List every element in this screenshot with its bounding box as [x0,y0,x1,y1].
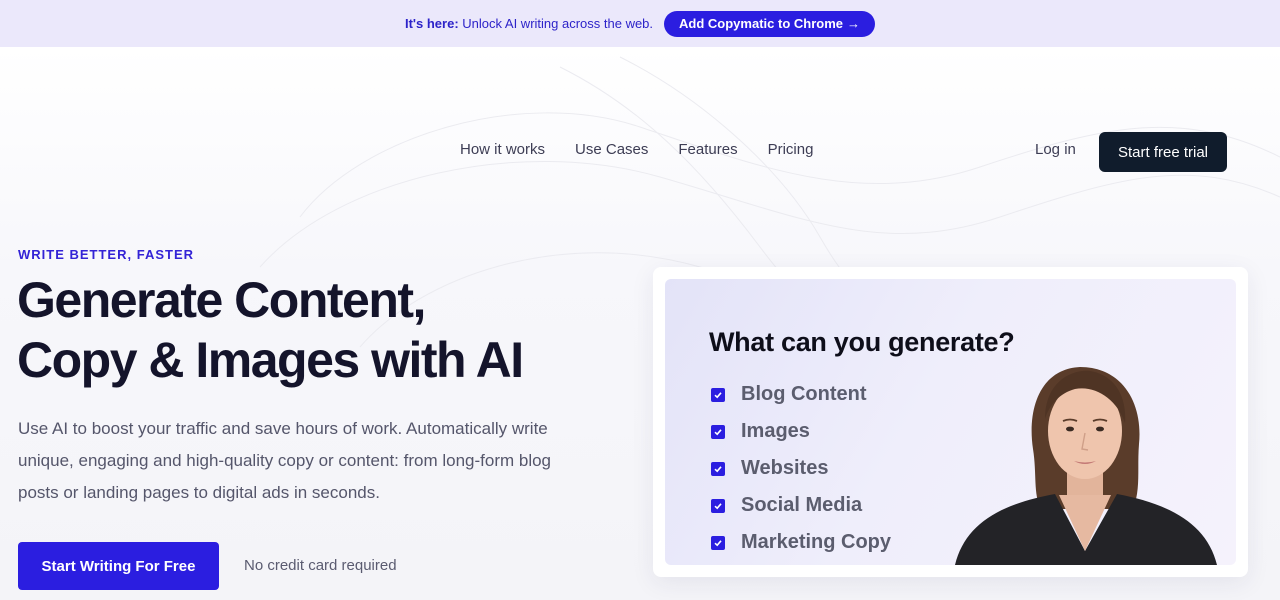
hero-section: How it works Use Cases Features Pricing … [0,47,1280,600]
list-item-label: Social Media [741,494,863,516]
hero-headline-line-2: Copy & Images with AI [17,332,524,388]
hero-subtext: Use AI to boost your traffic and save ho… [18,419,552,502]
nav-use-cases[interactable]: Use Cases [575,141,648,158]
list-item: Social Media [711,487,891,524]
generate-preview-panel: What can you generate? Blog Content Imag… [665,279,1236,565]
generate-preview-card: What can you generate? Blog Content Imag… [653,267,1248,577]
list-item-label: Blog Content [741,383,867,405]
list-item: Marketing Copy [711,524,891,561]
add-to-chrome-label: Add Copymatic to Chrome [679,16,843,31]
list-item: Images [711,413,891,450]
generate-options-list: Blog Content Images Websites Social Medi… [711,376,891,561]
start-free-trial-button[interactable]: Start free trial [1099,132,1227,172]
add-to-chrome-button[interactable]: Add Copymatic to Chrome → [664,10,875,37]
nav-pricing[interactable]: Pricing [768,141,814,158]
list-item-label: Websites [741,457,829,479]
checkbox-checked-icon [711,535,725,550]
hero-headline: Generate Content, Copy & Images with AI [17,270,524,390]
login-link[interactable]: Log in [1035,141,1076,158]
announcement-message: Unlock AI writing across the web. [462,16,654,31]
checkbox-checked-icon [711,424,725,439]
hero-eyebrow: WRITE BETTER, FASTER [18,247,194,262]
main-nav: How it works Use Cases Features Pricing [460,141,813,158]
list-item: Blog Content [711,376,891,413]
checkbox-checked-icon [711,461,725,476]
hero-headline-line-1: Generate Content, [17,272,426,328]
announcement-bar: It's here: Unlock AI writing across the … [0,0,1280,47]
announcement-text: It's here: Unlock AI writing across the … [405,16,653,31]
checkbox-checked-icon [711,387,725,402]
arrow-right-icon: → [847,16,860,31]
list-item: Websites [711,450,891,487]
nav-how-it-works[interactable]: How it works [460,141,545,158]
list-item-label: Images [741,420,810,442]
list-item-label: Marketing Copy [741,531,892,553]
checkbox-checked-icon [711,498,725,513]
start-writing-button[interactable]: Start Writing For Free [18,542,219,590]
nav-features[interactable]: Features [678,141,737,158]
no-credit-card-note: No credit card required [244,557,397,574]
announcement-prefix: It's here: [404,16,459,31]
avatar [955,367,1217,565]
